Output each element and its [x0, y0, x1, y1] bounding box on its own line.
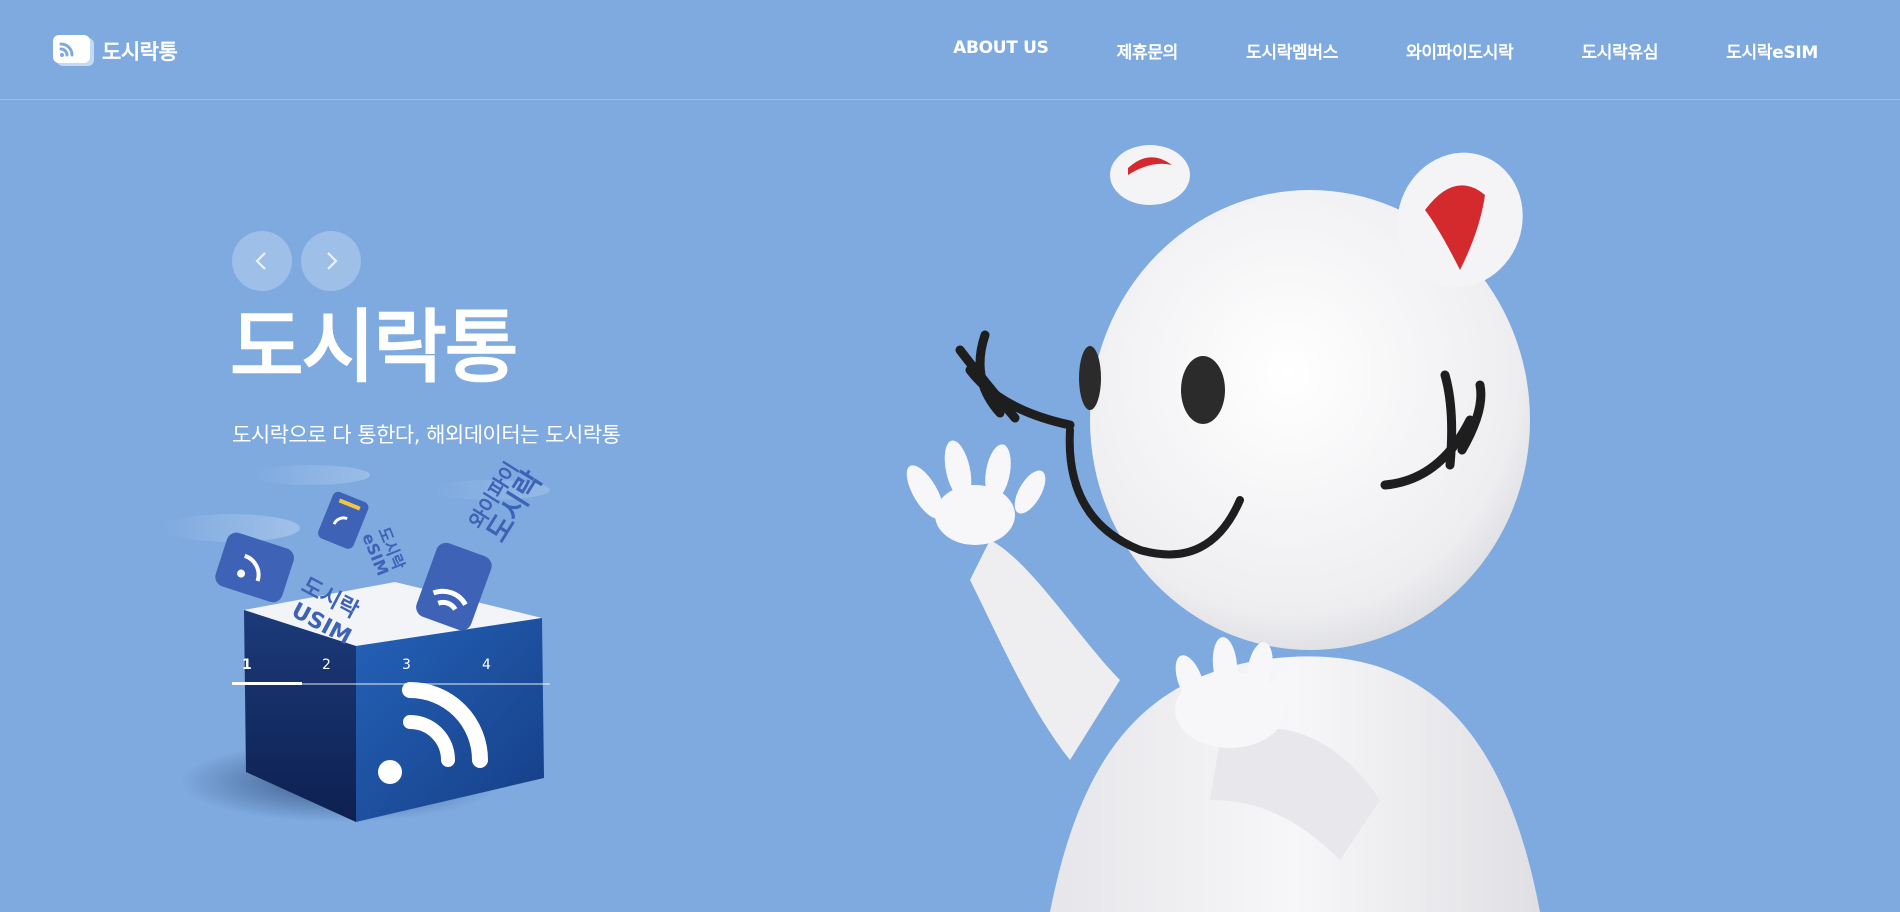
prev-slide-button[interactable]: [232, 231, 292, 291]
main-nav: ABOUT US 제휴문의 도시락멤버스 와이파이도시락 도시락유심 도시락eS…: [885, 38, 1818, 63]
hero-subtitle: 도시락으로 다 통한다, 해외데이터는 도시락통: [232, 423, 621, 447]
hero-title: 도시락통: [230, 301, 518, 394]
logo[interactable]: 도시락통: [52, 34, 178, 68]
page-4[interactable]: 4: [482, 657, 491, 673]
nav-esim[interactable]: 도시락eSIM: [1726, 38, 1818, 63]
product-box-illustration: 도시락 USIM 도시락 eSIM 와이파이 도시락: [160, 458, 550, 822]
next-slide-button[interactable]: [301, 231, 361, 291]
nav-about-us[interactable]: ABOUT US: [953, 38, 1049, 63]
pagination-active-indicator: [232, 682, 302, 685]
page-1[interactable]: 1: [242, 657, 252, 673]
chevron-right-icon: [327, 252, 338, 270]
chevron-left-icon: [255, 252, 266, 270]
page-3[interactable]: 3: [402, 657, 411, 673]
nav-members[interactable]: 도시락멤버스: [1246, 38, 1338, 63]
page-2[interactable]: 2: [322, 657, 331, 673]
nav-wifi-dosirak[interactable]: 와이파이도시락: [1406, 38, 1514, 63]
brand-name: 도시락통: [102, 40, 178, 64]
wifi-card-icon: [53, 35, 94, 66]
nav-usim[interactable]: 도시락유심: [1581, 38, 1658, 63]
nav-partnership[interactable]: 제휴문의: [1117, 38, 1179, 63]
mascot-character: [906, 145, 1540, 912]
slide-pagination: 1 2 3 4: [232, 657, 550, 685]
site-header: 도시락통 ABOUT US 제휴문의 도시락멤버스 와이파이도시락 도시락유심 …: [0, 0, 1900, 100]
